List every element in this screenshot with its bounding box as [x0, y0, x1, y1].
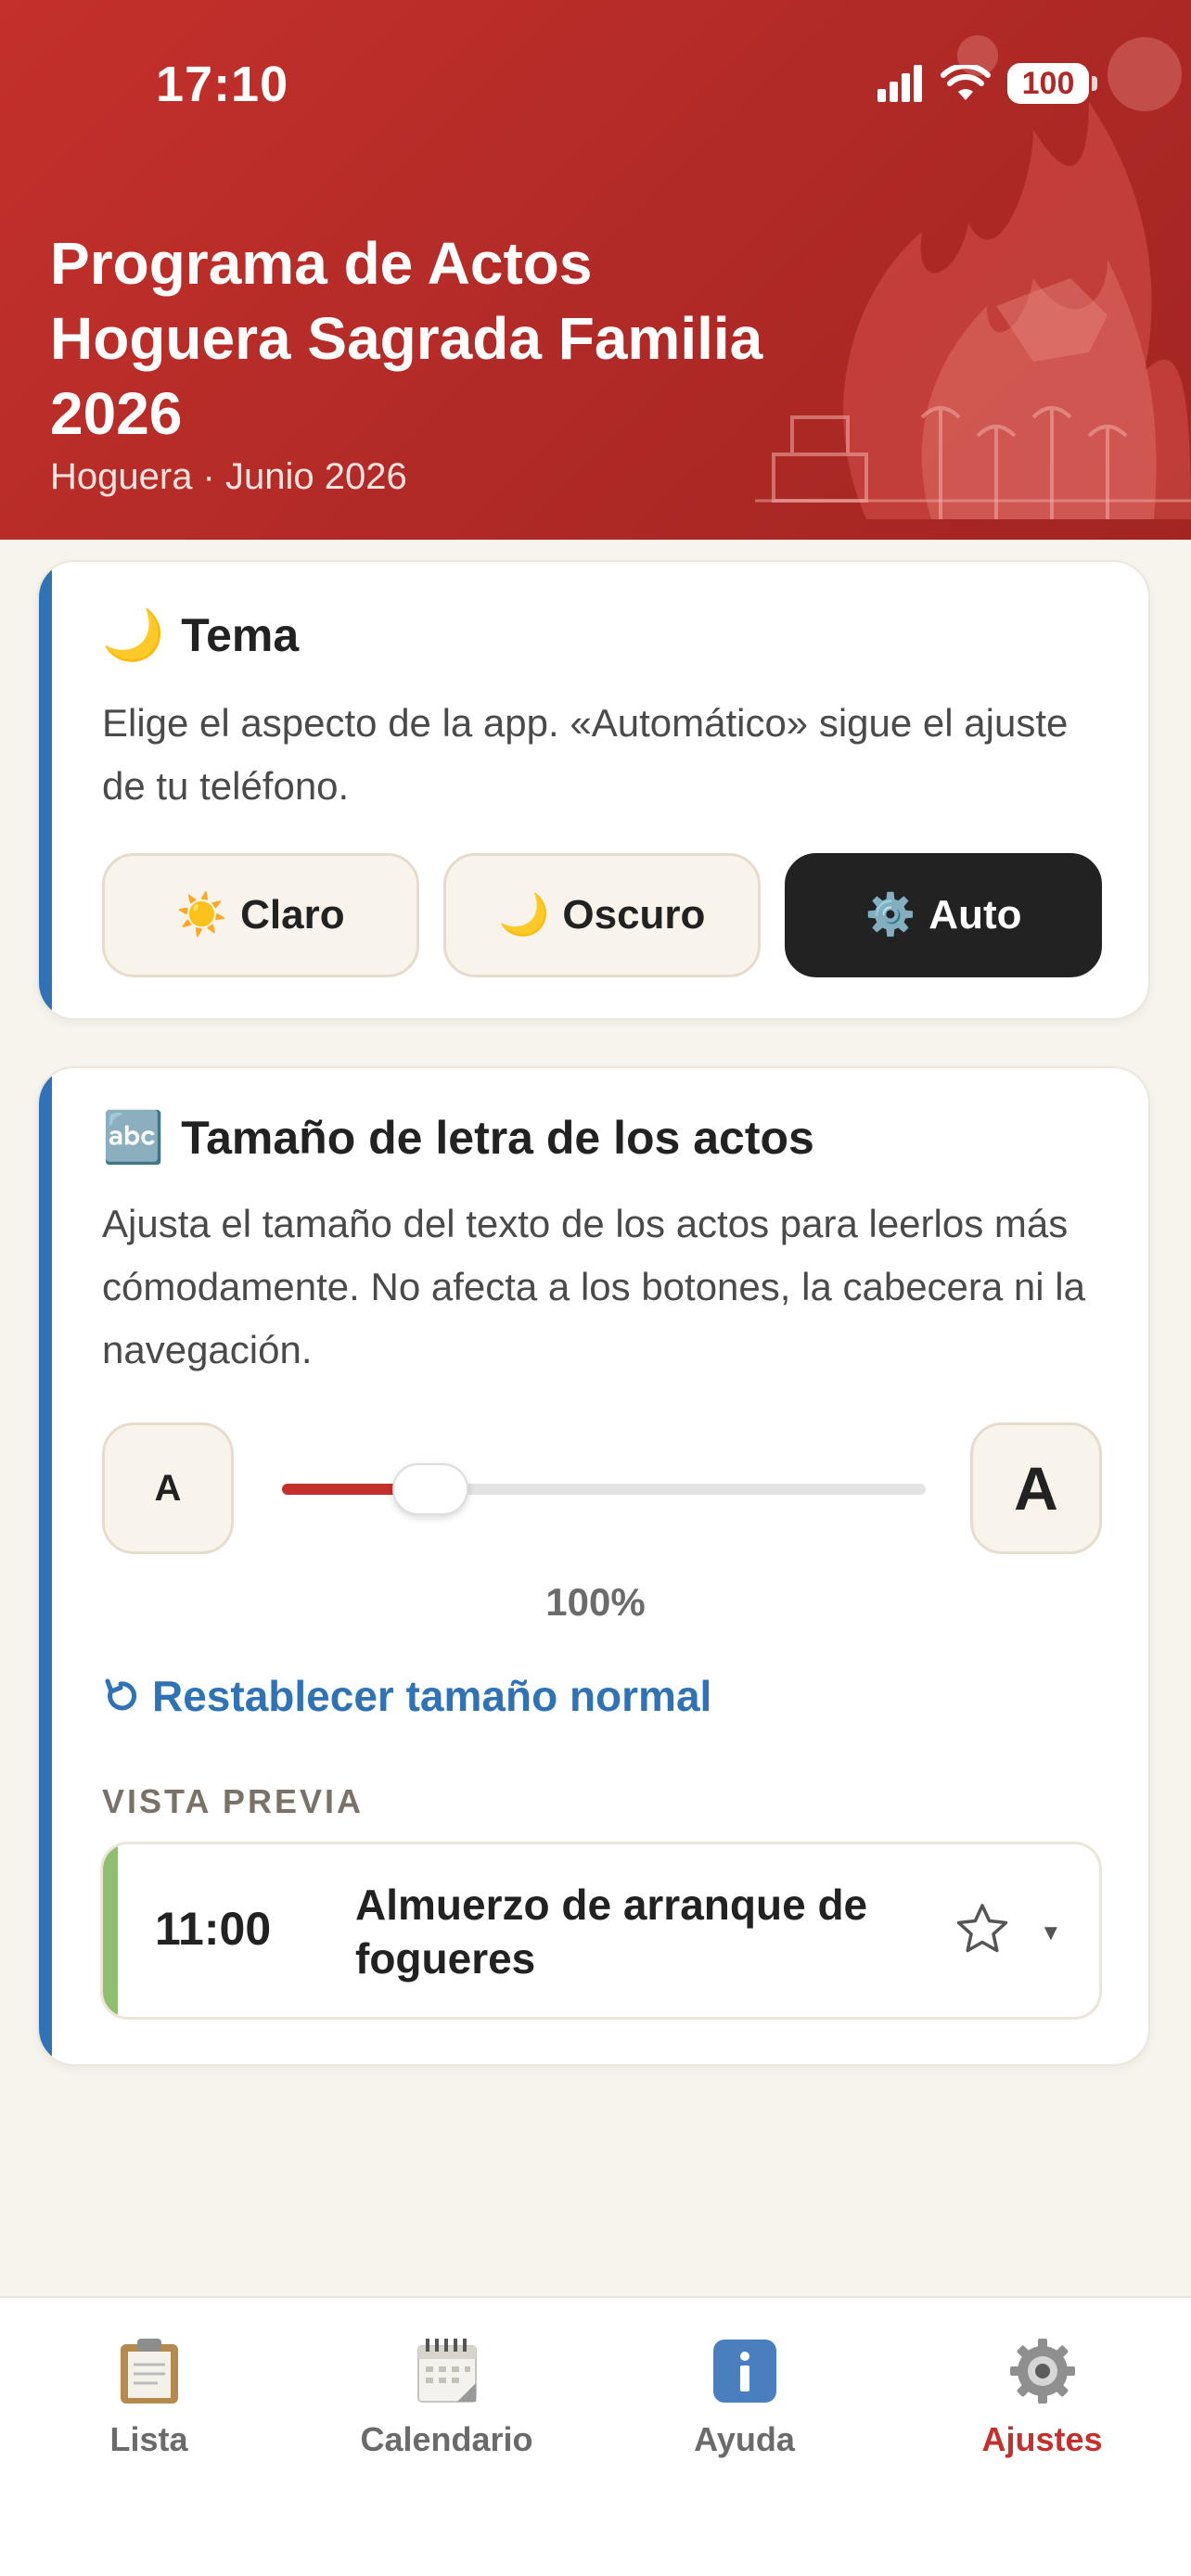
moon-icon: 🌙 [102, 607, 165, 663]
wifi-icon [941, 65, 991, 100]
tab-calendario-label: Calendario [360, 2420, 533, 2458]
font-size-value: 100% [545, 1580, 646, 1624]
tab-calendario[interactable]: Calendario [298, 2335, 596, 2459]
cellular-signal-icon [877, 65, 922, 102]
increase-font-button[interactable]: A [970, 1422, 1102, 1554]
theme-auto-label: Auto [928, 892, 1022, 937]
reset-icon [105, 1678, 137, 1711]
theme-light-button[interactable]: ☀️ Claro [102, 853, 419, 977]
theme-card: 🌙 Tema Elige el aspecto de la app. «Auto… [37, 560, 1150, 1020]
status-icons: 100 [877, 63, 1097, 104]
font-size-title-text: Tamaño de letra de los actos [181, 1112, 814, 1164]
bottom-tab-bar: Lista Calendario Ayuda Ajustes [0, 2296, 1191, 2576]
theme-dark-label: Oscuro [562, 892, 706, 937]
preview-event-name: Almuerzo de arranque de fogueres [355, 1881, 868, 1983]
status-bar: 17:10 100 [0, 0, 1191, 176]
moon-icon: 🌙 [498, 892, 550, 937]
font-size-description: Ajusta el tamaño del texto de los actos … [102, 1202, 1085, 1371]
gear-icon: ⚙️ [864, 892, 916, 937]
tab-ayuda-label: Ayuda [694, 2420, 795, 2458]
calendar-icon [411, 2335, 483, 2407]
page-subtitle: Hoguera · Junio 2026 [50, 456, 407, 497]
tab-ajustes-label: Ajustes [981, 2420, 1103, 2458]
expand-caret-icon[interactable]: ▼ [1040, 1920, 1062, 1946]
font-size-card-title: 🔤 Tamaño de letra de los actos [102, 1111, 814, 1165]
theme-description: Elige el aspecto de la app. «Automático»… [102, 701, 1069, 808]
tab-ayuda[interactable]: Ayuda [596, 2335, 893, 2459]
decrease-font-button[interactable]: A [102, 1422, 234, 1554]
reset-label: Restablecer tamaño normal [152, 1672, 712, 1720]
gear-icon [1006, 2335, 1079, 2407]
page-title: Programa de Actos Hoguera Sagrada Famili… [50, 230, 763, 447]
tab-lista-label: Lista [109, 2420, 188, 2458]
theme-card-title: 🌙 Tema [102, 608, 299, 662]
app-header: 17:10 100 Programa de Actos Hoguera Sagr… [0, 0, 1191, 540]
info-icon [709, 2335, 781, 2407]
tab-ajustes[interactable]: Ajustes [893, 2335, 1191, 2459]
battery-level: 100 [1021, 65, 1075, 101]
preview-label: VISTA PREVIA [102, 1782, 365, 1820]
sun-icon: ☀️ [176, 892, 228, 937]
favorite-star-icon[interactable] [953, 1900, 1012, 1959]
clipboard-icon [113, 2335, 186, 2407]
status-time: 17:10 [156, 57, 289, 112]
reset-font-size-link[interactable]: Restablecer tamaño normal [102, 1671, 711, 1721]
small-a-label: A [154, 1467, 182, 1509]
theme-auto-button[interactable]: ⚙️ Auto [785, 853, 1102, 977]
theme-light-label: Claro [240, 892, 345, 937]
slider-thumb[interactable] [391, 1463, 468, 1515]
preview-event-time: 11:00 [155, 1903, 272, 1955]
battery-icon: 100 [1007, 63, 1097, 104]
abc-icon: 🔤 [102, 1110, 165, 1166]
preview-event-item[interactable]: 11:00 Almuerzo de arranque de fogueres ▼ [100, 1842, 1102, 2020]
theme-dark-button[interactable]: 🌙 Oscuro [443, 853, 761, 977]
theme-title-text: Tema [181, 609, 300, 661]
tab-lista[interactable]: Lista [0, 2335, 298, 2459]
large-a-label: A [1014, 1454, 1058, 1523]
font-size-slider[interactable] [282, 1463, 926, 1515]
font-size-card: 🔤 Tamaño de letra de los actos Ajusta el… [37, 1066, 1150, 2066]
